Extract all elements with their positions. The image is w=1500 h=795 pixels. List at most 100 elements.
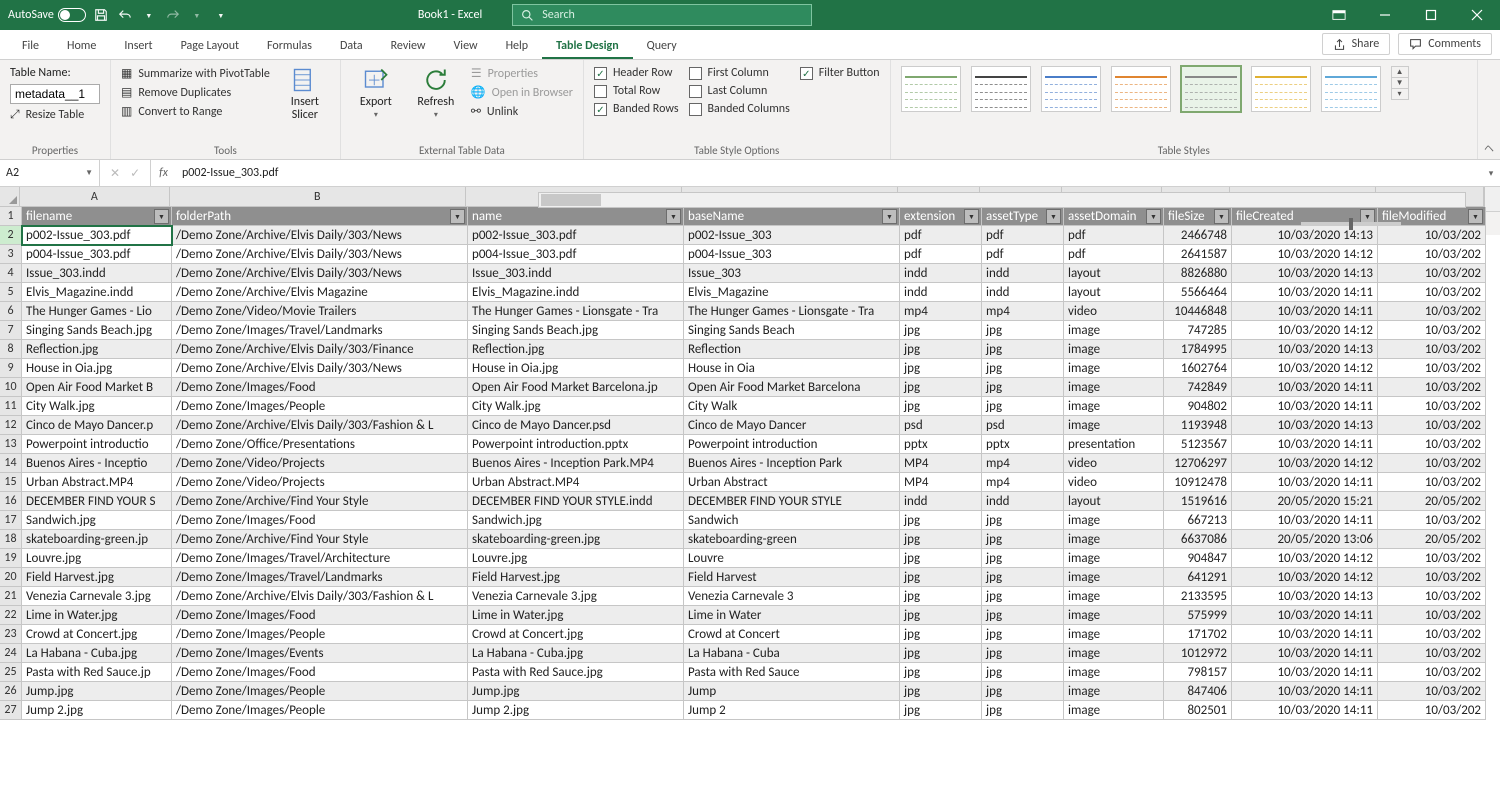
cell[interactable]: indd [900,283,982,302]
cell[interactable]: jpg [900,701,982,720]
cell[interactable]: image [1064,587,1164,606]
cell[interactable]: jpg [982,701,1064,720]
cell[interactable]: 1519616 [1164,492,1232,511]
ribbon-tab-page-layout[interactable]: Page Layout [167,33,253,59]
cell[interactable]: /Demo Zone/Images/Food [172,663,468,682]
table-style-swatch-selected[interactable] [1181,66,1241,112]
table-header-cell[interactable]: folderPath [172,207,468,226]
minimize-button[interactable] [1362,0,1408,30]
cell[interactable]: Powerpoint introductio [22,435,172,454]
cell[interactable]: 10/03/202 [1378,473,1486,492]
cell[interactable]: 10/03/202 [1378,302,1486,321]
cell[interactable]: Lime in Water.jpg [468,606,684,625]
summarize-pivot-button[interactable]: ▦Summarize with PivotTable [121,66,270,81]
expand-formula-bar-icon[interactable]: ▾ [1482,168,1500,179]
export-button[interactable]: Export▾ [351,66,401,120]
name-box[interactable]: A2 ▼ [0,160,100,186]
cell[interactable]: /Demo Zone/Images/Travel/Landmarks [172,568,468,587]
cell[interactable]: Powerpoint introduction [684,435,900,454]
cell[interactable]: 20/05/2020 13:06 [1232,530,1378,549]
cell[interactable]: /Demo Zone/Archive/Elvis Daily/303/Finan… [172,340,468,359]
row-header[interactable]: 3 [0,245,22,264]
cell[interactable]: /Demo Zone/Images/Travel/Landmarks [172,321,468,340]
cell[interactable]: DECEMBER FIND YOUR S [22,492,172,511]
vertical-scrollbar[interactable] [1484,187,1500,207]
cell[interactable]: MP4 [900,473,982,492]
cell[interactable]: 10/03/2020 14:11 [1232,511,1378,530]
cell[interactable]: /Demo Zone/Images/Food [172,511,468,530]
row-header[interactable]: 26 [0,682,22,701]
row-header[interactable]: 11 [0,397,22,416]
row-header[interactable]: 1 [0,207,22,226]
cell[interactable]: The Hunger Games - Lionsgate - Tra [684,302,900,321]
scroll-down-icon[interactable]: ▼ [1392,78,1408,89]
cell[interactable]: Open Air Food Market Barcelona.jp [468,378,684,397]
cell[interactable]: Crowd at Concert.jpg [22,625,172,644]
cell[interactable]: image [1064,701,1164,720]
ribbon-tab-view[interactable]: View [440,33,492,59]
cell[interactable]: 10/03/2020 14:11 [1232,625,1378,644]
cell[interactable]: Venezia Carnevale 3 [684,587,900,606]
row-header[interactable]: 20 [0,568,22,587]
ribbon-tab-home[interactable]: Home [53,33,110,59]
cell[interactable]: indd [900,264,982,283]
cell[interactable]: 12706297 [1164,454,1232,473]
cell[interactable]: /Demo Zone/Video/Projects [172,454,468,473]
filter-dropdown-icon[interactable] [1146,209,1161,224]
cell[interactable]: 10/03/2020 14:11 [1232,701,1378,720]
cell[interactable]: 10/03/2020 14:13 [1232,587,1378,606]
cell[interactable]: Elvis_Magazine.indd [468,283,684,302]
gallery-more-icon[interactable]: ▾ [1392,89,1408,99]
cell[interactable]: Pasta with Red Sauce [684,663,900,682]
cell[interactable]: 10/03/2020 14:11 [1232,397,1378,416]
ribbon-tab-table-design[interactable]: Table Design [542,33,633,59]
cell[interactable]: Pasta with Red Sauce.jpg [468,663,684,682]
cell[interactable]: jpg [982,321,1064,340]
save-icon[interactable] [92,6,110,24]
cell[interactable]: Reflection.jpg [22,340,172,359]
cell[interactable]: image [1064,321,1164,340]
cell[interactable]: jpg [982,587,1064,606]
cell[interactable]: 10/03/202 [1378,625,1486,644]
cell[interactable]: image [1064,644,1164,663]
cell[interactable]: Cinco de Mayo Dancer.p [22,416,172,435]
cell[interactable]: image [1064,663,1164,682]
insert-slicer-button[interactable]: Insert Slicer [280,66,330,122]
row-header[interactable]: 8 [0,340,22,359]
fx-icon[interactable]: fx [151,166,176,180]
cell[interactable]: Jump 2.jpg [468,701,684,720]
cell[interactable]: 575999 [1164,606,1232,625]
cell[interactable]: 10/03/202 [1378,245,1486,264]
cell[interactable]: pptx [982,435,1064,454]
cell[interactable]: Cinco de Mayo Dancer [684,416,900,435]
cell[interactable]: 8826880 [1164,264,1232,283]
cell[interactable]: 1784995 [1164,340,1232,359]
cell[interactable]: 10446848 [1164,302,1232,321]
column-header-B[interactable]: B [170,187,466,207]
cell[interactable]: Open Air Food Market B [22,378,172,397]
cell[interactable]: La Habana - Cuba.jpg [468,644,684,663]
cell[interactable]: pdf [1064,226,1164,245]
cell[interactable]: La Habana - Cuba.jpg [22,644,172,663]
filter-button-checkbox[interactable]: Filter Button [800,66,880,80]
cell[interactable]: 10/03/202 [1378,226,1486,245]
cell[interactable]: pdf [1064,245,1164,264]
row-header[interactable]: 12 [0,416,22,435]
cell[interactable]: 10/03/2020 14:12 [1232,245,1378,264]
cell[interactable]: 10/03/2020 14:12 [1232,454,1378,473]
cell[interactable]: 10/03/202 [1378,321,1486,340]
cell[interactable]: mp4 [982,473,1064,492]
cell[interactable]: 2133595 [1164,587,1232,606]
search-box[interactable]: Search [512,4,812,26]
cell[interactable]: video [1064,302,1164,321]
cell[interactable]: Issue_303.indd [468,264,684,283]
row-header[interactable]: 5 [0,283,22,302]
cell[interactable]: /Demo Zone/Archive/Elvis Daily/303/Fashi… [172,587,468,606]
cell[interactable]: The Hunger Games - Lionsgate - Tra [468,302,684,321]
cell[interactable]: /Demo Zone/Images/People [172,625,468,644]
row-header[interactable]: 7 [0,321,22,340]
cell[interactable]: Field Harvest.jpg [22,568,172,587]
column-header-A[interactable]: A [20,187,170,207]
table-style-swatch[interactable] [901,66,961,112]
cell[interactable]: Powerpoint introduction.pptx [468,435,684,454]
